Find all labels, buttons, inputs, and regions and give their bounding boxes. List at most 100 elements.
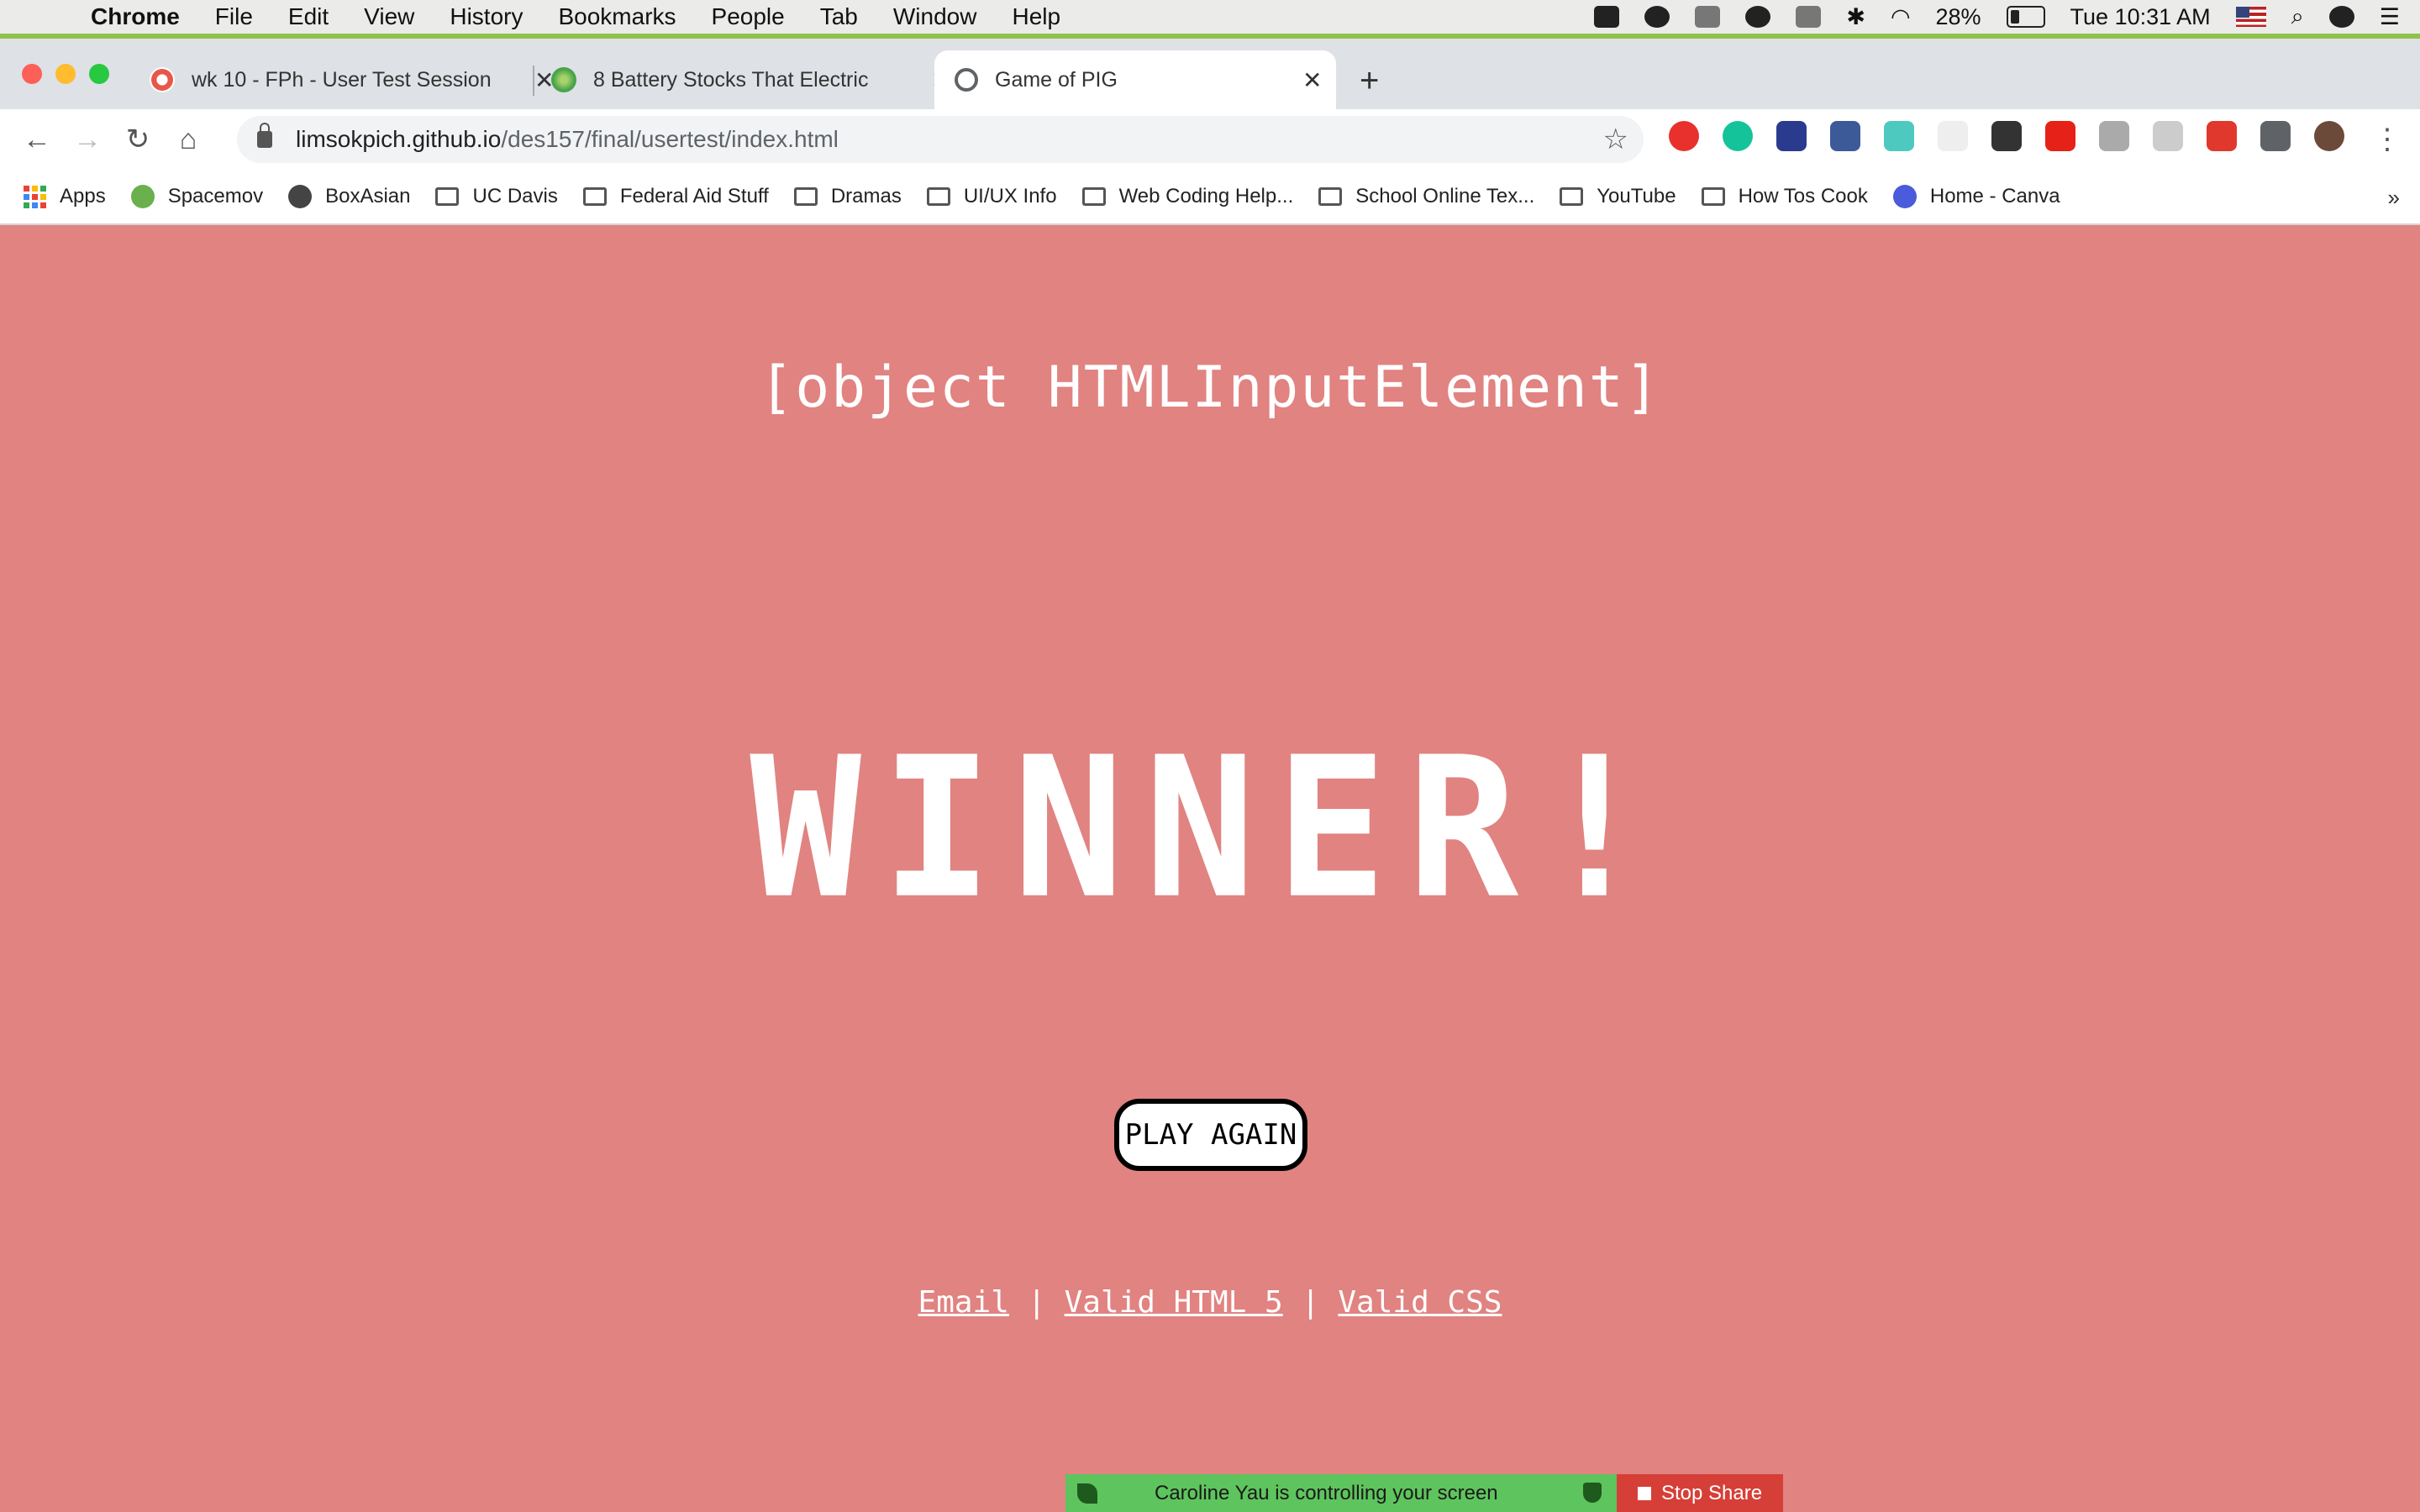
- creative-cloud-icon[interactable]: [1644, 6, 1670, 28]
- bookmark-uc-davis[interactable]: UC Davis: [435, 185, 558, 208]
- bookmark-how-tos-cook[interactable]: How Tos Cook: [1701, 185, 1868, 208]
- email-link[interactable]: Email: [918, 1285, 1009, 1320]
- close-tab-icon[interactable]: ✕: [1302, 66, 1322, 94]
- picture-in-picture-icon[interactable]: [1991, 121, 2022, 151]
- bookmark-boxasian[interactable]: BoxAsian: [288, 185, 410, 208]
- upload-extension-icon[interactable]: [1830, 121, 1860, 151]
- bookmark-label: Apps: [60, 185, 106, 207]
- airplay-icon[interactable]: [1796, 6, 1822, 28]
- new-tab-button[interactable]: +: [1360, 64, 1379, 97]
- home-icon[interactable]: ⌂: [163, 123, 213, 156]
- adblock-extension-icon[interactable]: [1669, 121, 1699, 151]
- extensions-puzzle-icon[interactable]: [2260, 121, 2291, 151]
- bluetooth-icon[interactable]: ✱: [1846, 4, 1865, 30]
- bookmark-label: How Tos Cook: [1738, 185, 1868, 207]
- bookmark-federal-aid[interactable]: Federal Aid Stuff: [582, 185, 769, 208]
- battery-icon[interactable]: [2006, 6, 2045, 28]
- globe-icon: [288, 185, 313, 208]
- tab-wk10[interactable]: wk 10 - FPh - User Test Session ✕: [150, 50, 554, 109]
- menu-bookmarks[interactable]: Bookmarks: [558, 0, 676, 34]
- tab-game-of-pig[interactable]: Game of PIG ✕: [934, 50, 1336, 109]
- bookmark-label: Dramas: [830, 185, 902, 207]
- menu-app-name[interactable]: Chrome: [91, 0, 180, 34]
- bookmark-web-coding[interactable]: Web Coding Help...: [1081, 185, 1294, 208]
- grammarly-extension-icon[interactable]: [1723, 121, 1753, 151]
- bookmark-youtube[interactable]: YouTube: [1560, 185, 1676, 208]
- bookmark-label: School Online Tex...: [1355, 185, 1535, 207]
- menu-view[interactable]: View: [364, 0, 414, 34]
- menu-edit[interactable]: Edit: [288, 0, 329, 34]
- game-page: [object HTMLInputElement] WINNER! PLAY A…: [0, 225, 2420, 1512]
- bookmark-label: YouTube: [1597, 185, 1676, 207]
- back-icon[interactable]: ←: [12, 123, 62, 156]
- siri-icon[interactable]: [2328, 6, 2354, 28]
- chrome-menu-icon[interactable]: ⋮: [2373, 123, 2402, 156]
- stop-share-label: Stop Share: [1660, 1481, 1763, 1504]
- blank-extension-icon[interactable]: [1938, 121, 1968, 151]
- wifi-icon[interactable]: ◠: [1891, 4, 1911, 30]
- bookmark-label: Federal Aid Stuff: [619, 185, 769, 207]
- bookmark-label: UC Davis: [472, 185, 558, 207]
- zoom-icon[interactable]: [1594, 6, 1620, 28]
- youtube-extension-icon[interactable]: [2045, 121, 2075, 151]
- more-bookmarks-icon[interactable]: »: [2388, 185, 2400, 211]
- close-window-button[interactable]: [22, 64, 42, 84]
- menu-help[interactable]: Help: [1012, 0, 1060, 34]
- winner-heading: WINNER!: [750, 715, 1670, 942]
- menu-history[interactable]: History: [450, 0, 523, 34]
- s-extension-icon[interactable]: [2153, 121, 2183, 151]
- valid-css-link[interactable]: Valid CSS: [1338, 1285, 1502, 1320]
- bookmark-label: Home - Canva: [1929, 185, 2060, 207]
- play-circle-icon: [130, 185, 155, 208]
- screen-share-bar: Caroline Yau is controlling your screen …: [1065, 1474, 1783, 1512]
- bookmark-canva[interactable]: Home - Canva: [1892, 185, 2060, 208]
- reload-icon[interactable]: ↻: [113, 123, 163, 156]
- tab-separator: [533, 66, 534, 96]
- bookmark-spacemov[interactable]: Spacemov: [130, 185, 263, 208]
- menu-window[interactable]: Window: [893, 0, 977, 34]
- k-extension-icon[interactable]: [2099, 121, 2129, 151]
- lock-icon[interactable]: [257, 123, 272, 148]
- valid-html-link[interactable]: Valid HTML 5: [1065, 1285, 1283, 1320]
- browser-toolbar: ← → ↻ ⌂ limsokpich.github.io/des157/fina…: [0, 109, 2420, 170]
- control-center-icon[interactable]: ☰: [2380, 4, 2400, 30]
- forward-icon[interactable]: →: [62, 123, 113, 156]
- folder-icon: [582, 187, 607, 206]
- minimize-window-button[interactable]: [55, 64, 76, 84]
- url-text[interactable]: limsokpich.github.io/des157/final/userte…: [296, 126, 839, 153]
- spotlight-search-icon[interactable]: ⌕: [2291, 3, 2304, 30]
- menu-file[interactable]: File: [215, 0, 253, 34]
- n-extension-icon[interactable]: [1884, 121, 1914, 151]
- extensions-row: [1669, 121, 2344, 151]
- tab-battery-stocks[interactable]: 8 Battery Stocks That Electric ✕: [551, 50, 950, 109]
- footer-separator: |: [1301, 1285, 1320, 1320]
- shield-extension-icon[interactable]: [1776, 121, 1807, 151]
- footer-links: Email | Valid HTML 5 | Valid CSS: [0, 1285, 2420, 1320]
- bookmark-star-icon[interactable]: ☆: [1603, 123, 1628, 156]
- play-again-button[interactable]: PLAY AGAIN: [1114, 1099, 1307, 1171]
- bookmark-school-online[interactable]: School Online Tex...: [1318, 185, 1534, 208]
- stop-share-button[interactable]: Stop Share: [1617, 1474, 1783, 1512]
- folder-icon: [1701, 187, 1725, 206]
- grammarly-status-icon[interactable]: [1745, 6, 1771, 28]
- macos-menubar: Chrome File Edit View History Bookmarks …: [0, 0, 2420, 34]
- bookmark-apps[interactable]: Apps: [24, 185, 106, 208]
- tab-title: 8 Battery Stocks That Electric: [593, 67, 869, 92]
- us-flag-input-icon[interactable]: [2235, 7, 2266, 27]
- menu-tab[interactable]: Tab: [820, 0, 858, 34]
- address-bar[interactable]: limsokpich.github.io/des157/final/userte…: [237, 116, 1644, 163]
- bookmark-uiux-info[interactable]: UI/UX Info: [926, 185, 1057, 208]
- profile-avatar[interactable]: [2314, 121, 2344, 151]
- clock[interactable]: Tue 10:31 AM: [2070, 4, 2211, 30]
- folder-icon: [926, 187, 950, 206]
- screenshot-icon[interactable]: [1695, 6, 1721, 28]
- bookmark-dramas[interactable]: Dramas: [793, 185, 902, 208]
- remote-control-message: Caroline Yau is controlling your screen: [1155, 1481, 1498, 1504]
- menu-people[interactable]: People: [712, 0, 785, 34]
- status-area: ✱ ◠ 28% Tue 10:31 AM ⌕ ☰: [1594, 0, 2400, 34]
- tp-extension-icon[interactable]: [2207, 121, 2237, 151]
- apps-grid-icon: [24, 185, 46, 208]
- bookmark-label: Web Coding Help...: [1118, 185, 1294, 207]
- fullscreen-window-button[interactable]: [89, 64, 109, 84]
- stocks-favicon-icon: [551, 67, 576, 92]
